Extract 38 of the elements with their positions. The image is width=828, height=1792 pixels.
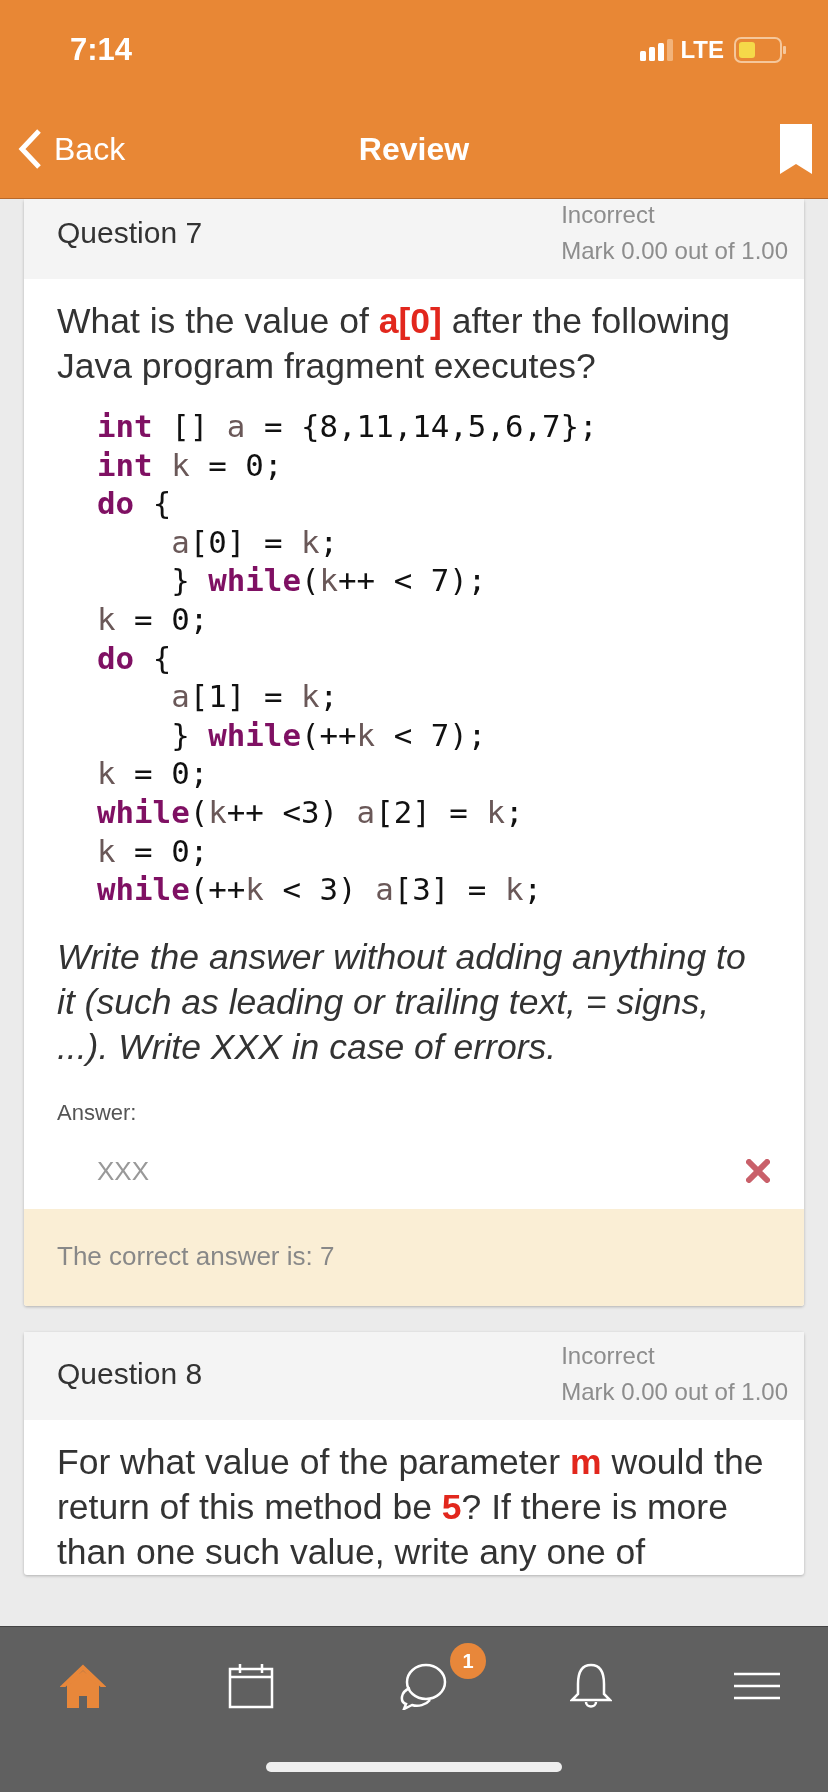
- grade-state: Incorrect: [561, 1341, 656, 1370]
- code-line: while(k++ <3) a[2] = k;: [97, 792, 525, 832]
- code-line: do {: [97, 638, 173, 678]
- instruction-text: Write the answer without adding anything to it (such as leading or trailing text, = signs, ...). Write XXX in case of errors.: [57, 935, 747, 1069]
- grade-mark: Mark 0.00 out of 1.00: [561, 1377, 788, 1406]
- answer-field[interactable]: XXX: [57, 1151, 397, 1191]
- status-time: 7:14: [70, 32, 133, 68]
- code-line: int k = 0;: [97, 445, 284, 485]
- feedback-text: The correct answer is: 7: [24, 1208, 804, 1306]
- grade-mark: Mark 0.00 out of 1.00: [561, 237, 788, 265]
- bell-icon: [570, 1662, 612, 1710]
- code-line: while(++k < 3) a[3] = k;: [97, 870, 544, 909]
- question-text: For what value of the parameter m would the return of this method be 5? If there is more than one such value, write any one of: [57, 1440, 765, 1574]
- menu-icon: [734, 1672, 780, 1700]
- notification-badge: 1: [450, 1643, 486, 1679]
- page-title: Review: [358, 130, 470, 168]
- answer-label: Answer:: [57, 1099, 138, 1126]
- code-line: int [] a = {8,11,14,5,6,7};: [97, 407, 599, 446]
- home-icon: [60, 1663, 106, 1709]
- chevron-left-icon: [18, 128, 42, 170]
- code-line: } while(k++ < 7);: [170, 561, 488, 600]
- battery-icon: [734, 37, 786, 63]
- code-line: a[1] = k;: [170, 677, 340, 716]
- signal-icon: [640, 39, 675, 61]
- grade-state: Incorrect: [561, 201, 656, 229]
- question-text: What is the value of a[0] after the following Java program fragment executes?: [57, 300, 731, 388]
- code-line: k = 0;: [97, 599, 210, 639]
- bookmark-icon[interactable]: [780, 124, 812, 174]
- code-line: a[0] = k;: [170, 522, 340, 562]
- code-line: } while(++k < 7);: [170, 715, 488, 755]
- question-title: Question 8: [57, 1356, 203, 1391]
- code-line: do {: [97, 484, 173, 523]
- question-title: Question 7: [57, 216, 203, 250]
- back-button[interactable]: Back: [14, 128, 130, 170]
- calendar-icon: [228, 1663, 274, 1709]
- network-label: LTE: [680, 36, 724, 64]
- code-line: k = 0;: [97, 754, 210, 793]
- code-line: k = 0;: [97, 831, 210, 871]
